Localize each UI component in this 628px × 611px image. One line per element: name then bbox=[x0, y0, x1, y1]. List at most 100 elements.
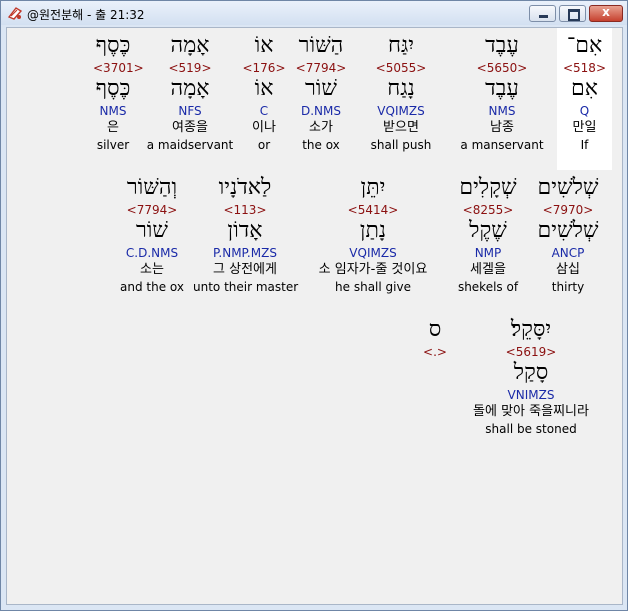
hebrew-lemma: סָקַל bbox=[513, 360, 549, 385]
app-window: @원전분해 - 출 21:32 x כֶּסֶף <3701> כֶּסֶף N… bbox=[0, 0, 628, 611]
strong-number: <5414> bbox=[347, 203, 399, 217]
minimize-icon bbox=[539, 15, 548, 18]
strong-number: <7970> bbox=[542, 203, 594, 217]
word-analysis-panel: כֶּסֶף <3701> כֶּסֶף NMS 은 silver אָמָה … bbox=[6, 27, 623, 605]
word-cell[interactable]: שְׁלֹשִׁים <7970> שְׁלֹשִׁים ANCP 삼십 thi… bbox=[533, 174, 603, 295]
hebrew-lemma: אָמָה bbox=[170, 76, 210, 101]
word-cell[interactable]: כֶּסֶף <3701> כֶּסֶף NMS 은 silver bbox=[93, 32, 144, 153]
hebrew-word: שְׁלֹשִׁים bbox=[537, 175, 599, 200]
strong-number: <5650> bbox=[476, 61, 528, 75]
korean-gloss: 소 임자가-줄 것이요 bbox=[318, 262, 428, 277]
close-icon: x bbox=[602, 5, 610, 19]
app-logo-icon bbox=[7, 7, 23, 20]
strong-number: <113> bbox=[223, 203, 267, 217]
english-gloss: shall push bbox=[370, 138, 432, 152]
hebrew-lemma: אָדוֹן bbox=[227, 218, 263, 243]
morphology-code: P.NMP.MZS bbox=[213, 246, 277, 260]
strong-number: <5619> bbox=[505, 345, 557, 359]
morphology-code: C bbox=[259, 104, 269, 118]
morphology-code: D.NMS bbox=[300, 104, 341, 118]
morphology-code: NFS bbox=[178, 104, 202, 118]
hebrew-lemma: שׁוֹר bbox=[135, 218, 168, 243]
hebrew-word: הַשּׁוֹר bbox=[298, 33, 344, 58]
english-gloss: shekels of bbox=[457, 280, 519, 294]
morphology-code: NMP bbox=[474, 246, 502, 260]
english-gloss: silver bbox=[96, 138, 130, 152]
korean-gloss: 여종을 bbox=[172, 120, 208, 135]
word-cell[interactable]: אָמָה <519> אָמָה NFS 여종을 a maidservant bbox=[145, 32, 235, 153]
hebrew-word: לַאדֹנָיו bbox=[218, 175, 272, 200]
word-cell[interactable]: עֶבֶד <5650> עֶבֶד NMS 남종 a manservant bbox=[457, 32, 547, 153]
morphology-code: C.D.NMS bbox=[125, 246, 179, 260]
word-cell[interactable]: הַשּׁוֹר <7794> שׁוֹר D.NMS 소가 the ox bbox=[291, 32, 351, 153]
title-bar[interactable]: @원전분해 - 출 21:32 x bbox=[1, 1, 627, 25]
english-gloss: or bbox=[257, 138, 271, 152]
korean-gloss: 삼십 bbox=[556, 262, 580, 277]
korean-gloss: 그 상전에게 bbox=[213, 262, 277, 277]
hebrew-word: שְׁקָלִים bbox=[459, 175, 517, 200]
hebrew-lemma: נָגַח bbox=[387, 76, 415, 101]
korean-gloss: 소가 bbox=[309, 120, 333, 135]
morphology-code: VNIMZS bbox=[507, 388, 555, 402]
hebrew-word: יִתֵּן bbox=[360, 175, 386, 200]
english-gloss: unto their master bbox=[193, 280, 299, 294]
hebrew-word: יִסָּקֵל׃ bbox=[510, 317, 552, 342]
korean-gloss: 은 bbox=[107, 120, 119, 135]
strong-number: <3701> bbox=[93, 61, 144, 75]
word-cell[interactable]: יִסָּקֵל׃ <5619> סָקַל VNIMZS 돌에 맞아 죽을찌니… bbox=[453, 316, 609, 437]
hebrew-lemma: שׁוֹר bbox=[304, 76, 337, 101]
word-cell[interactable]: אוֹ <176> אוֹ C 이나 or bbox=[241, 32, 287, 153]
word-cell[interactable]: שְׁקָלִים <8255> שֶׁקֶל NMP 세겔을 shekels … bbox=[453, 174, 523, 295]
word-cell[interactable]: ס <.> bbox=[417, 316, 453, 360]
hebrew-lemma: שְׁלֹשִׁים bbox=[537, 218, 599, 243]
hebrew-word: אִם־ bbox=[566, 33, 603, 58]
strong-number: <8255> bbox=[462, 203, 514, 217]
morphology-code: NMS bbox=[99, 104, 127, 118]
close-button[interactable]: x bbox=[589, 5, 623, 22]
hebrew-lemma: שֶׁקֶל bbox=[469, 218, 507, 243]
word-cell[interactable]: יִגַּח <5055> נָגַח VQIMZS 받으면 shall pus… bbox=[366, 32, 436, 153]
word-cell[interactable]: לַאדֹנָיו <113> אָדוֹן P.NMP.MZS 그 상전에게 … bbox=[193, 174, 299, 295]
maximize-icon bbox=[568, 9, 580, 21]
hebrew-lemma: כֶּסֶף bbox=[95, 76, 131, 101]
hebrew-lemma: אוֹ bbox=[254, 76, 274, 101]
hebrew-word: כֶּסֶף bbox=[95, 33, 131, 58]
strong-number: <519> bbox=[168, 61, 212, 75]
korean-gloss: 세겔을 bbox=[470, 262, 506, 277]
hebrew-word: ס bbox=[428, 317, 442, 342]
english-gloss: thirty bbox=[551, 280, 585, 294]
korean-gloss: 소는 bbox=[140, 262, 164, 277]
korean-gloss: 받으면 bbox=[383, 120, 419, 135]
window-title: @원전분해 - 출 21:32 bbox=[27, 8, 145, 22]
english-gloss: he shall give bbox=[335, 280, 411, 294]
strong-number: <518> bbox=[562, 61, 606, 75]
strong-number: <7794> bbox=[126, 203, 178, 217]
word-cell[interactable]: יִתֵּן <5414> נָתַן VQIMZS 소 임자가-줄 것이요 h… bbox=[303, 174, 443, 295]
minimize-button[interactable] bbox=[529, 5, 556, 22]
english-gloss: a maidservant bbox=[146, 138, 234, 152]
hebrew-word: אוֹ bbox=[254, 33, 274, 58]
korean-gloss: 만일 bbox=[572, 120, 597, 135]
hebrew-word: וְהַשּׁוֹר bbox=[126, 175, 178, 200]
strong-number: <.> bbox=[423, 345, 447, 359]
korean-gloss: 돌에 맞아 죽을찌니라 bbox=[473, 404, 589, 419]
hebrew-word: יִגַּח bbox=[387, 33, 415, 58]
word-cell[interactable]: וְהַשּׁוֹר <7794> שׁוֹר C.D.NMS 소는 and t… bbox=[117, 174, 187, 295]
hebrew-lemma: עֶבֶד bbox=[485, 76, 519, 101]
maximize-button[interactable] bbox=[559, 5, 586, 22]
english-gloss: a manservant bbox=[460, 138, 544, 152]
strong-number: <7794> bbox=[295, 61, 347, 75]
morphology-code: Q bbox=[579, 104, 590, 118]
english-gloss: the ox bbox=[302, 138, 340, 152]
hebrew-lemma: נָתַן bbox=[359, 218, 387, 243]
strong-number: <176> bbox=[242, 61, 286, 75]
strong-number: <5055> bbox=[375, 61, 427, 75]
word-cell-selected[interactable]: אִם־ <518> אִם Q 만일 If bbox=[557, 28, 612, 170]
hebrew-lemma: אִם bbox=[571, 76, 598, 101]
korean-gloss: 남종 bbox=[490, 120, 514, 135]
morphology-code: VQIMZS bbox=[349, 246, 397, 260]
morphology-code: VQIMZS bbox=[377, 104, 425, 118]
hebrew-word: עֶבֶד bbox=[485, 33, 519, 58]
morphology-code: ANCP bbox=[551, 246, 585, 260]
english-gloss: and the ox bbox=[120, 280, 184, 294]
